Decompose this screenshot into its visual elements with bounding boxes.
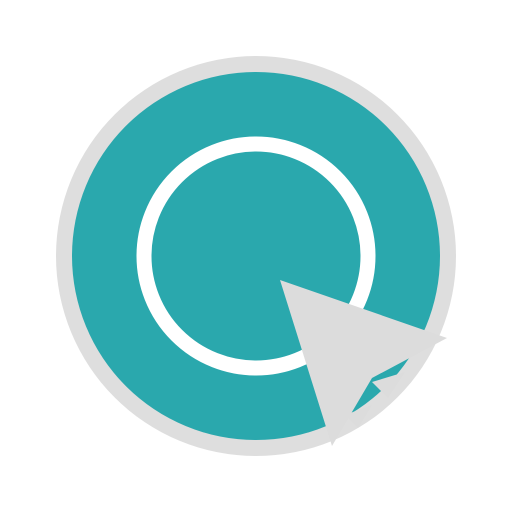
app-icon-canvas <box>0 0 512 512</box>
screen-recorder-cursor-icon <box>56 56 456 456</box>
